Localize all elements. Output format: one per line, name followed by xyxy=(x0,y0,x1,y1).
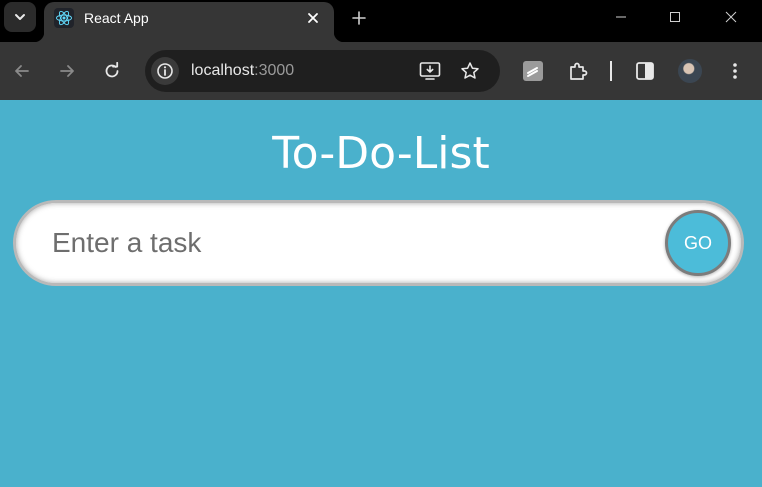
extension-logo-icon xyxy=(523,61,543,81)
install-app-button[interactable] xyxy=(417,58,443,84)
maximize-icon xyxy=(670,12,680,22)
side-panel-icon xyxy=(636,62,654,80)
plus-icon xyxy=(352,11,366,25)
url-port: :3000 xyxy=(254,62,295,79)
new-tab-button[interactable] xyxy=(346,5,372,31)
task-form: GO xyxy=(13,200,744,286)
extensions-menu-button[interactable] xyxy=(564,57,592,85)
profile-avatar[interactable] xyxy=(678,59,702,83)
browser-toolbar: localhost:3000 xyxy=(0,42,762,100)
app-page: To-Do-List GO xyxy=(0,100,762,487)
install-app-icon xyxy=(419,62,441,80)
url-host: localhost xyxy=(191,62,255,79)
site-info-button[interactable] xyxy=(151,57,179,85)
star-icon xyxy=(461,62,479,79)
tab-close-button[interactable] xyxy=(302,7,324,29)
minimize-icon xyxy=(616,16,626,18)
puzzle-icon xyxy=(570,62,588,80)
reload-icon xyxy=(105,62,119,78)
minimize-button[interactable] xyxy=(598,0,644,34)
info-icon xyxy=(157,63,173,79)
page-title: To-Do-List xyxy=(272,128,490,179)
tab-search-button[interactable] xyxy=(4,2,36,32)
more-vertical-icon xyxy=(733,63,737,79)
close-icon xyxy=(725,11,737,23)
maximize-button[interactable] xyxy=(652,0,698,34)
reload-button[interactable] xyxy=(98,57,126,85)
toolbar-divider xyxy=(610,61,612,81)
back-button[interactable] xyxy=(8,57,36,85)
extension-button[interactable] xyxy=(519,57,547,85)
react-logo-icon xyxy=(54,8,74,28)
arrow-right-icon xyxy=(60,65,74,77)
browser-tab[interactable]: React App xyxy=(34,2,344,42)
address-bar[interactable]: localhost:3000 xyxy=(145,50,500,92)
chevron-down-icon xyxy=(15,14,25,20)
browser-menu-button[interactable] xyxy=(721,57,749,85)
window-close-button[interactable] xyxy=(708,0,754,34)
arrow-left-icon xyxy=(15,65,29,77)
forward-button[interactable] xyxy=(53,57,81,85)
url-text[interactable]: localhost:3000 xyxy=(191,62,294,80)
side-panel-button[interactable] xyxy=(631,57,659,85)
task-input[interactable] xyxy=(34,215,654,271)
tab-title: React App xyxy=(84,10,149,26)
close-icon xyxy=(308,13,318,23)
bookmark-button[interactable] xyxy=(457,58,483,84)
tab-strip: React App xyxy=(0,0,762,42)
go-button[interactable]: GO xyxy=(665,210,731,276)
